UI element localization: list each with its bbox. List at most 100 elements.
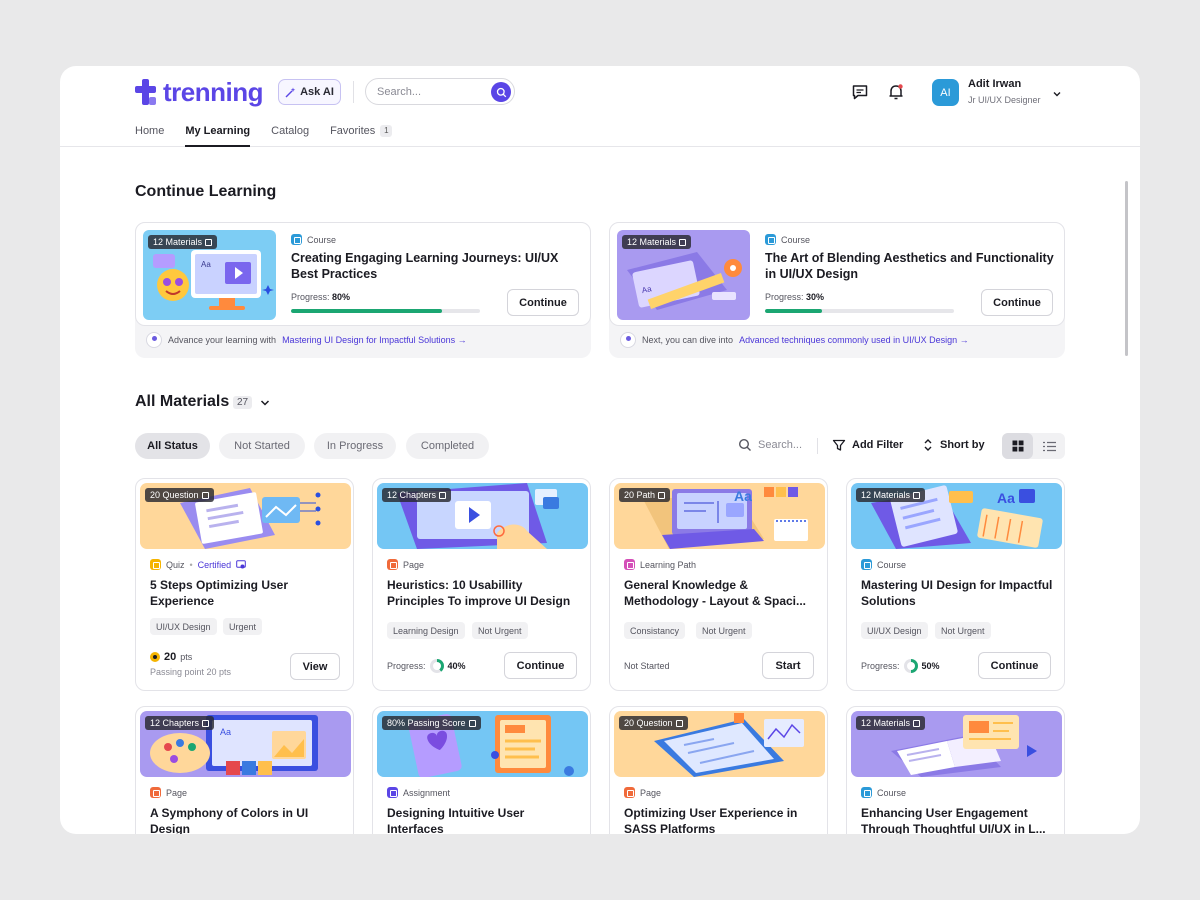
content-type-label: Quiz xyxy=(166,559,185,570)
filter-all-status[interactable]: All Status xyxy=(135,433,210,459)
course-icon xyxy=(765,234,776,245)
continue-card-body[interactable]: Aa 12 Materials Course The Art of Blendi… xyxy=(609,222,1065,326)
page-scrollbar[interactable] xyxy=(1125,181,1128,356)
material-card[interactable]: 12 Chapters Page Heuristics: 10 Usabilli… xyxy=(372,478,591,691)
material-thumbnail: 20 Question xyxy=(614,711,825,777)
material-card[interactable]: Aa 12 Materials Course Mastering UI Desi… xyxy=(846,478,1065,691)
content-type: Page xyxy=(150,787,187,798)
grid-icon xyxy=(1012,440,1023,452)
content-type-label: Course xyxy=(877,559,907,570)
materials-badge-label: 12 Materials xyxy=(861,490,911,500)
continue-button[interactable]: Continue xyxy=(507,289,579,316)
progress-bar xyxy=(765,309,954,313)
logo[interactable]: trenning xyxy=(135,77,264,107)
nav-home-label: Home xyxy=(135,125,165,137)
content-type: Page xyxy=(387,559,424,570)
nav-favorites[interactable]: Favorites 1 xyxy=(330,125,393,147)
progress-ring xyxy=(429,659,444,673)
sort-button[interactable]: Short by xyxy=(922,438,985,452)
material-title: General Knowledge & Methodology - Layout… xyxy=(624,578,807,608)
tag-priority: Urgent xyxy=(223,618,263,635)
materials-badge-label: 12 Materials xyxy=(861,718,911,728)
search-button[interactable] xyxy=(491,82,511,102)
ask-ai-button[interactable]: Ask AI xyxy=(278,79,341,105)
materials-count-badge: 27 xyxy=(233,396,253,409)
content-type-label: Learning Path xyxy=(640,559,697,570)
filter-in-progress[interactable]: In Progress xyxy=(314,433,396,459)
path-badge: 20 Path xyxy=(619,488,671,502)
add-filter-button[interactable]: Add Filter xyxy=(832,438,903,452)
material-title: Mastering UI Design for Impactful Soluti… xyxy=(861,578,1053,608)
favorites-count-badge: 1 xyxy=(380,125,393,137)
material-thumbnail: Aa 20 Path xyxy=(614,483,825,549)
recommendation-text: Next, you can dive into xyxy=(642,335,734,345)
material-card[interactable]: 12 Materials Course Enhancing User Engag… xyxy=(846,706,1065,834)
course-title[interactable]: The Art of Blending Aesthetics and Funct… xyxy=(765,250,1055,282)
view-button[interactable]: View xyxy=(290,653,340,680)
recommendation-link[interactable]: Advanced techniques commonly used in UI/… xyxy=(739,335,969,345)
passing-score-badge-label: 80% Passing Score xyxy=(387,718,466,728)
assignment-icon xyxy=(387,787,398,798)
passing-points: Passing point 20 pts xyxy=(150,667,232,677)
tag-category: UI/UX Design xyxy=(861,622,928,639)
status-text: Not Started xyxy=(624,661,670,671)
search-placeholder: Search... xyxy=(377,86,422,98)
continue-button[interactable]: Continue xyxy=(981,289,1053,316)
header-divider xyxy=(353,81,354,103)
material-card[interactable]: 80% Passing Score Assignment Designing I… xyxy=(372,706,591,834)
svg-text:Aa: Aa xyxy=(734,488,752,504)
question-badge-label: 20 Question xyxy=(624,718,673,728)
svg-text:Aa: Aa xyxy=(997,490,1015,506)
user-role: Jr UI/UX Designer xyxy=(968,95,1041,105)
material-title: Heuristics: 10 Usabillity Principles To … xyxy=(387,578,571,608)
certified-label: Certified xyxy=(197,559,232,570)
copy-icon xyxy=(201,491,209,499)
content-type-label: Assignment xyxy=(403,787,451,798)
filter-completed[interactable]: Completed xyxy=(406,433,489,459)
tag-priority: Not Urgent xyxy=(935,622,991,639)
material-thumbnail: Aa 12 Chapters xyxy=(140,711,351,777)
user-menu-chevron-icon[interactable] xyxy=(1052,86,1062,104)
grid-view-button[interactable] xyxy=(1002,433,1033,459)
course-title[interactable]: Creating Engaging Learning Journeys: UI/… xyxy=(291,250,581,282)
app-window: trenning Ask AI Search... AI Adit Irwan … xyxy=(60,66,1140,834)
content-type: Learning Path xyxy=(624,559,696,570)
question-badge: 20 Question xyxy=(145,488,214,502)
material-card[interactable]: Aa 12 Chapters Page A Symphony of Colors… xyxy=(135,706,354,834)
notifications-button[interactable] xyxy=(886,82,906,102)
material-card[interactable]: 20 Question Quiz • Certified 5 Steps Opt… xyxy=(135,478,354,691)
materials-search-placeholder: Search... xyxy=(758,439,803,451)
filter-not-started[interactable]: Not Started xyxy=(219,433,305,459)
start-button[interactable]: Start xyxy=(762,652,814,679)
material-thumbnail: 12 Materials xyxy=(851,711,1062,777)
messages-button[interactable] xyxy=(850,82,870,102)
continue-button[interactable]: Continue xyxy=(504,652,577,679)
magic-wand-icon xyxy=(285,87,296,97)
copy-icon xyxy=(205,238,213,246)
chapters-badge-label: 12 Chapters xyxy=(387,490,437,500)
svg-text:Aa: Aa xyxy=(201,260,211,269)
continue-button[interactable]: Continue xyxy=(978,652,1051,679)
nav-catalog[interactable]: Catalog xyxy=(271,125,309,147)
nav-my-learning[interactable]: My Learning xyxy=(185,125,250,147)
recommendation: Advance your learning with Mastering UI … xyxy=(146,332,467,348)
content-type: Page xyxy=(624,787,661,798)
material-card[interactable]: Aa 20 Path Learning Path General Knowled… xyxy=(609,478,828,691)
nav-my-learning-label: My Learning xyxy=(185,125,251,137)
progress-bar-fill xyxy=(291,309,443,313)
materials-search-input[interactable]: Search... xyxy=(738,438,802,452)
avatar[interactable]: AI xyxy=(932,79,959,106)
material-card[interactable]: 20 Question Page Optimizing User Experie… xyxy=(609,706,828,834)
question-badge: 20 Question xyxy=(619,716,688,730)
continue-card-body[interactable]: Aa 12 Materials Course Creating Engaging… xyxy=(135,222,591,326)
list-view-button[interactable] xyxy=(1034,433,1065,459)
search-input[interactable]: Search... xyxy=(365,78,515,105)
passing-score-badge: 80% Passing Score xyxy=(382,716,481,730)
recommendation-link[interactable]: Mastering UI Design for Impactful Soluti… xyxy=(282,335,467,345)
ask-ai-label: Ask AI xyxy=(300,86,334,98)
nav-home[interactable]: Home xyxy=(135,125,164,147)
bell-icon xyxy=(889,84,903,100)
progress-bar-fill xyxy=(765,309,822,313)
chevron-down-icon[interactable] xyxy=(259,396,271,414)
content-type-label: Page xyxy=(166,787,188,798)
